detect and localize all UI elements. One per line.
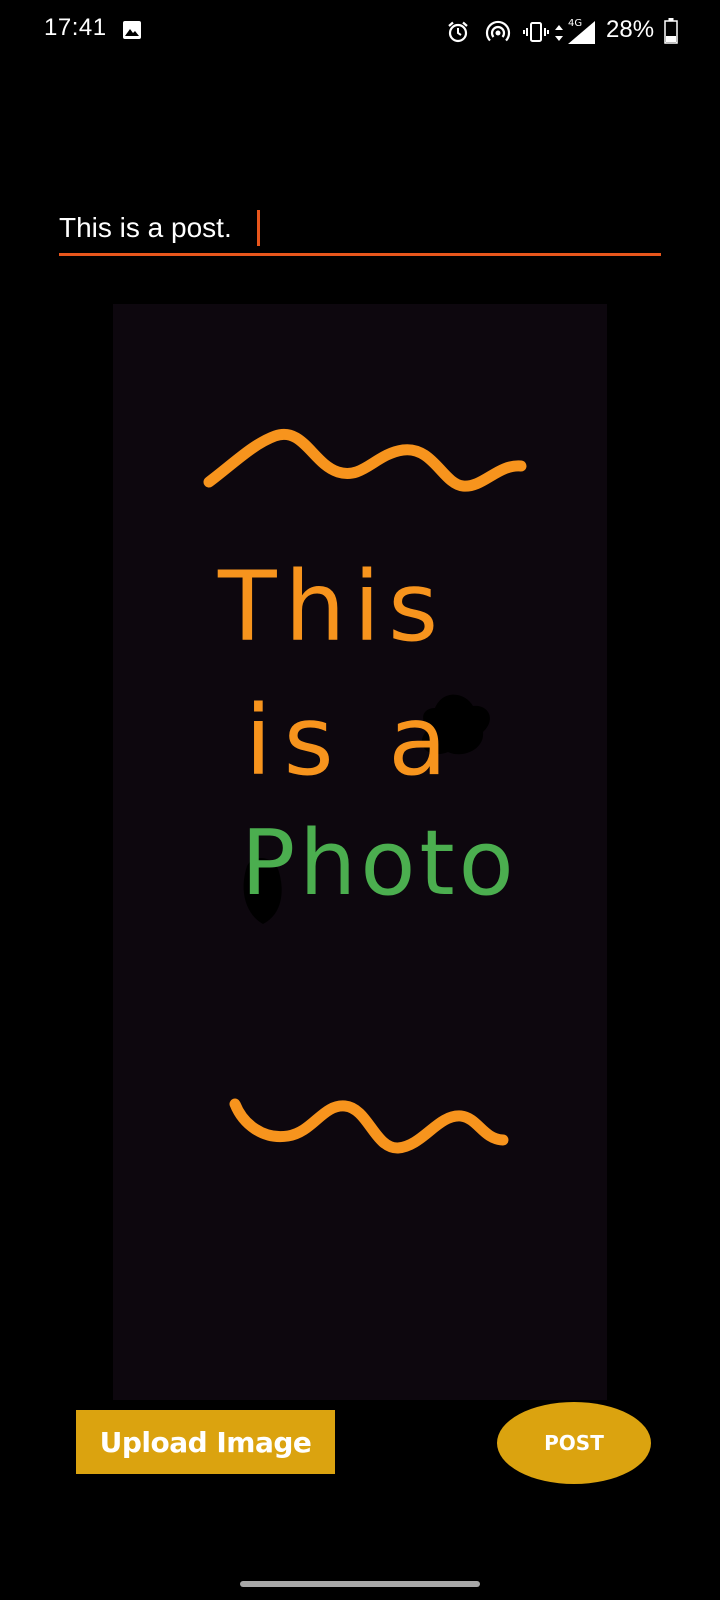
text-caret	[257, 210, 260, 246]
data-arrows-icon	[555, 25, 563, 41]
post-input-container[interactable]	[59, 206, 661, 256]
status-time: 17:41	[44, 14, 107, 41]
upload-image-button[interactable]: Upload Image	[76, 1410, 335, 1474]
navigation-handle[interactable]	[240, 1581, 480, 1587]
hotspot-icon	[485, 20, 511, 42]
battery-icon	[664, 18, 678, 44]
photo-line-1: This	[217, 551, 446, 663]
status-bar: 17:41 4G 28%	[0, 0, 720, 64]
post-button[interactable]: POST	[497, 1402, 651, 1484]
vibrate-icon	[523, 22, 549, 42]
photo-line-2: is a	[245, 685, 459, 797]
gallery-icon	[123, 21, 141, 39]
signal-icon: 4G	[568, 18, 595, 44]
top-wave-scribble	[203, 428, 527, 492]
battery-fill	[666, 36, 676, 42]
alarm-icon	[448, 21, 468, 43]
battery-percent: 28%	[606, 16, 655, 43]
photo-line-3: Photo	[241, 811, 518, 916]
photo-preview: This is a Photo	[113, 304, 607, 1400]
post-text-input[interactable]	[59, 206, 661, 250]
photo-image: This is a Photo	[203, 428, 527, 1154]
bottom-wave-scribble	[229, 1098, 509, 1154]
network-label: 4G	[568, 18, 582, 29]
